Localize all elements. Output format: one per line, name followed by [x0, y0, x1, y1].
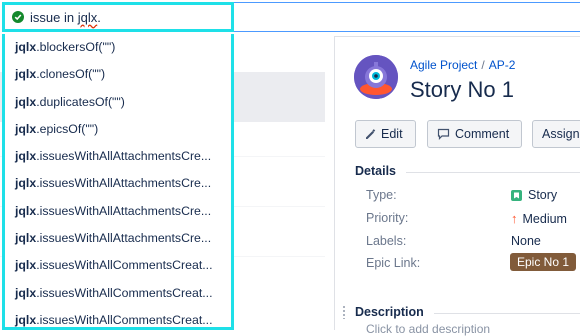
suggestion-item[interactable]: jqlx.blockersOf("")	[5, 34, 231, 61]
type-label: Type:	[366, 188, 397, 202]
details-heading[interactable]: Details	[355, 164, 396, 178]
suggestion-item[interactable]: jqlx.clonesOf("")	[5, 61, 231, 88]
breadcrumb-issue-key[interactable]: AP-2	[489, 58, 516, 72]
issue-title[interactable]: Story No 1	[410, 77, 514, 103]
breadcrumb: Agile Project / AP-2	[410, 58, 515, 72]
suggestion-item[interactable]: jqlx.issuesWithAllAttachmentsCre...	[5, 198, 231, 225]
pencil-icon	[366, 128, 376, 139]
epic-link-badge[interactable]: Epic No 1	[510, 253, 577, 271]
suggestion-item[interactable]: jqlx.epicsOf("")	[5, 116, 231, 143]
query-error-word: jqlx	[77, 9, 98, 25]
assign-button[interactable]: Assign	[532, 120, 580, 148]
query-bar: issue in jqlx.	[0, 0, 580, 37]
story-icon	[511, 189, 522, 201]
description-placeholder[interactable]: Click to add description	[366, 322, 490, 336]
suggestion-item[interactable]: jqlx.issuesWithAllCommentsCreat...	[5, 307, 231, 327]
comment-icon	[437, 128, 450, 140]
breadcrumb-separator: /	[481, 58, 485, 72]
query-text: issue in jqlx.	[30, 9, 101, 25]
priority-label: Priority:	[366, 211, 409, 225]
labels-label: Labels:	[366, 234, 407, 248]
epic-link-label: Epic Link:	[366, 256, 421, 270]
edit-button[interactable]: Edit	[355, 120, 416, 148]
autocomplete-dropdown: jqlx.blockersOf("") jqlx.clonesOf("") jq…	[2, 34, 234, 330]
project-avatar-icon[interactable]	[354, 55, 398, 99]
labels-value[interactable]: None	[511, 234, 541, 248]
details-divider	[406, 172, 580, 173]
suggestion-item[interactable]: jqlx.issuesWithAllCommentsCreat...	[5, 280, 231, 307]
query-bar-strip	[234, 2, 580, 32]
suggestion-item[interactable]: jqlx.duplicatesOf("")	[5, 89, 231, 116]
description-divider	[434, 313, 580, 314]
description-heading[interactable]: Description	[355, 305, 424, 319]
suggestion-item[interactable]: jqlx.issuesWithAllCommentsCreat...	[5, 252, 231, 279]
drag-handle-icon[interactable]	[342, 305, 346, 319]
check-circle-icon	[12, 11, 24, 23]
breadcrumb-project-link[interactable]: Agile Project	[410, 58, 477, 72]
comment-button[interactable]: Comment	[427, 120, 522, 148]
priority-value: ↑ Medium	[511, 211, 567, 226]
jql-query-input[interactable]: issue in jqlx.	[2, 2, 234, 32]
type-value: Story	[511, 188, 557, 202]
suggestion-item[interactable]: jqlx.issuesWithAllAttachmentsCre...	[5, 225, 231, 252]
priority-medium-icon: ↑	[511, 211, 518, 226]
suggestion-item[interactable]: jqlx.issuesWithAllAttachmentsCre...	[5, 170, 231, 197]
suggestion-item[interactable]: jqlx.issuesWithAllAttachmentsCre...	[5, 143, 231, 170]
